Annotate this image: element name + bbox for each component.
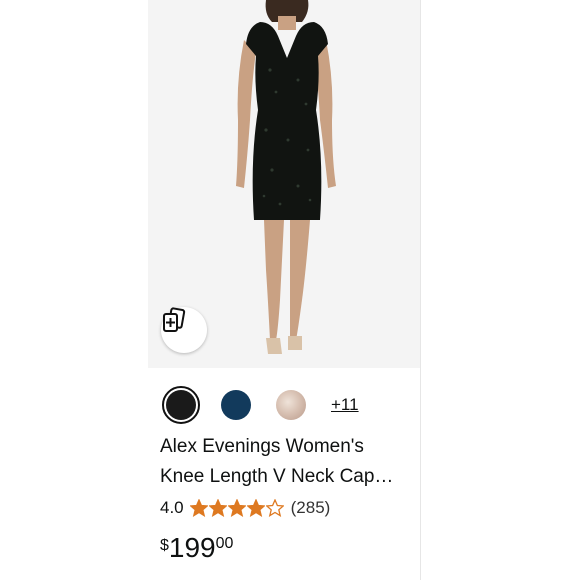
star-filled-icon — [246, 499, 265, 517]
swatch-navy[interactable] — [217, 386, 255, 424]
rating-value: 4.0 — [160, 498, 184, 517]
more-colors-link[interactable]: +11 — [331, 395, 359, 415]
price-fraction: 00 — [215, 535, 234, 552]
star-filled-icon — [189, 499, 208, 517]
compare-icon — [163, 307, 186, 332]
swatch-navy-fill — [221, 390, 251, 420]
star-filled-icon — [208, 499, 227, 517]
swatch-blush-fill — [276, 390, 306, 420]
swatch-black[interactable] — [162, 386, 200, 424]
price-symbol: $ — [160, 537, 169, 554]
product-title[interactable]: Alex Evenings Women's Knee Length V Neck… — [160, 432, 410, 492]
price-whole: 199 — [168, 532, 216, 563]
product-image[interactable] — [148, 0, 420, 368]
color-swatches: +11 — [162, 386, 359, 424]
product-card: +11 Alex Evenings Women's Knee Length V … — [148, 0, 420, 580]
review-count[interactable]: (285) — [291, 498, 331, 518]
rating-row: 4.0 (285) — [160, 497, 330, 519]
card-divider-right — [420, 0, 421, 580]
star-rating[interactable] — [189, 499, 285, 517]
star-filled-icon — [227, 499, 246, 517]
price: $ 199 00 — [160, 531, 233, 565]
star-empty-icon — [265, 499, 284, 517]
swatch-black-fill — [166, 390, 196, 420]
swatch-blush[interactable] — [272, 386, 310, 424]
compare-button[interactable] — [161, 307, 207, 353]
